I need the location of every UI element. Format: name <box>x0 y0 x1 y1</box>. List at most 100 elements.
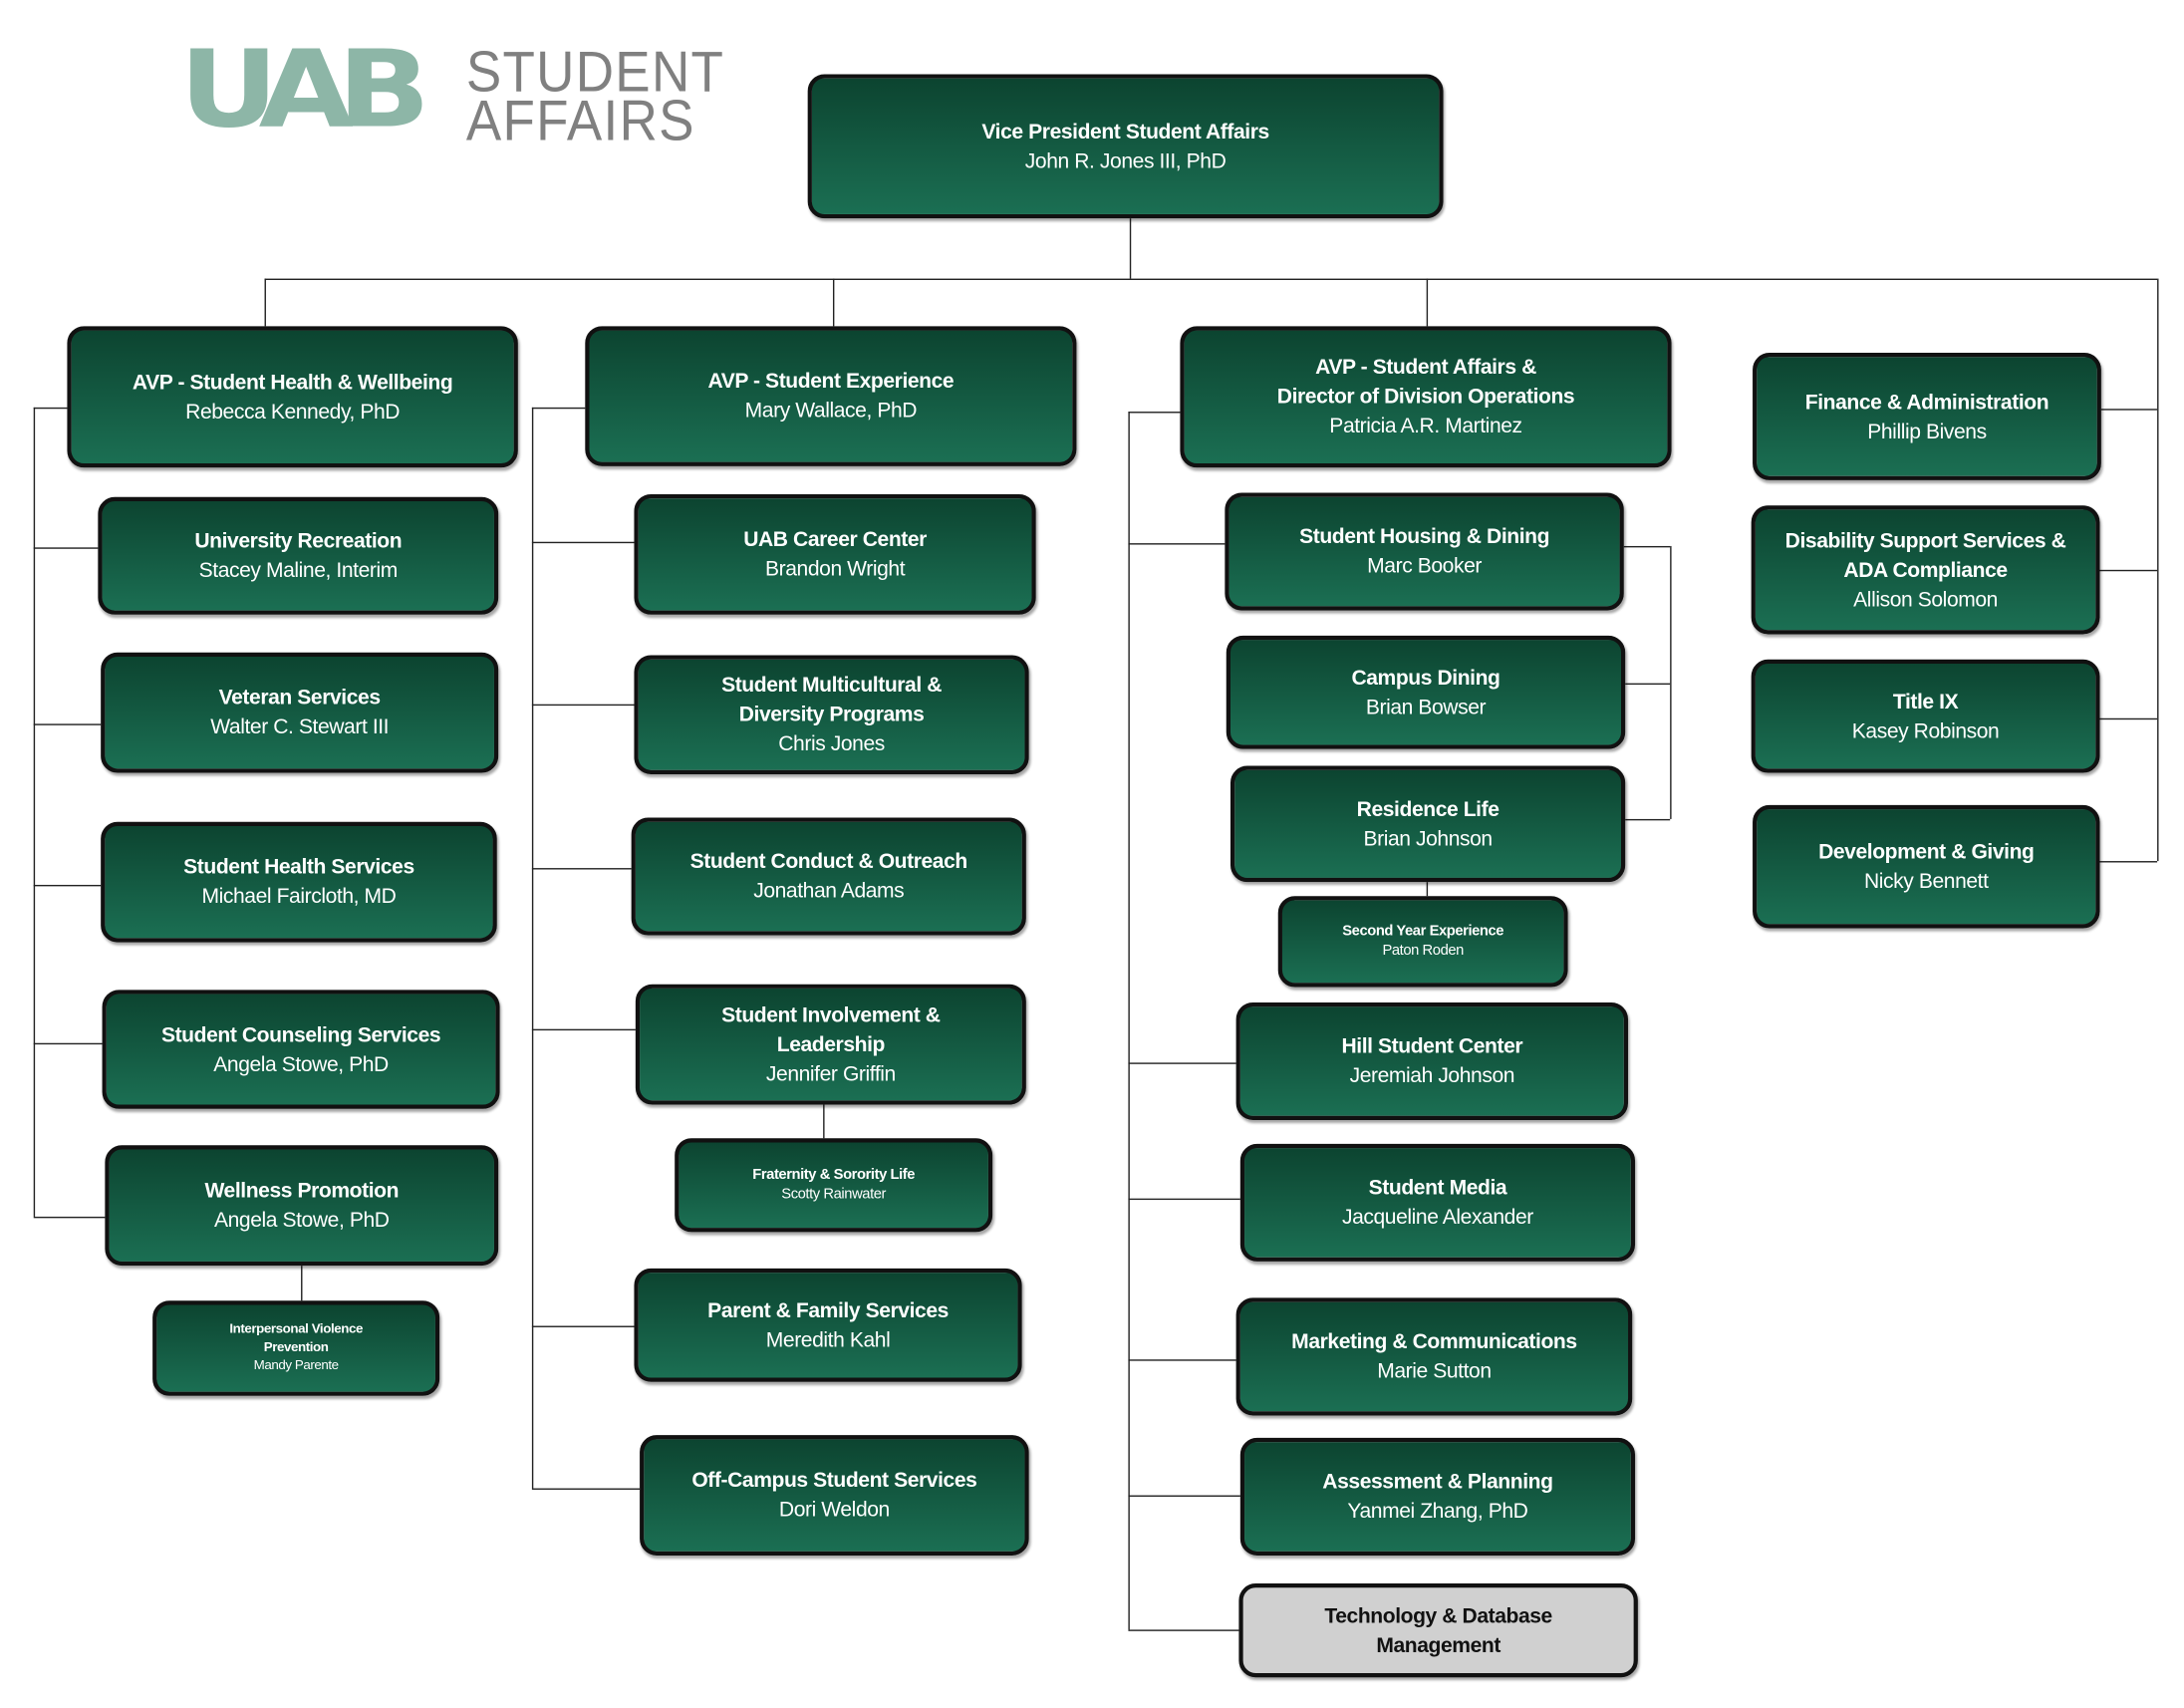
connector <box>2099 569 2158 572</box>
box-title: Wellness Promotion <box>204 1179 400 1203</box>
box-name: Angela Stowe, PhD <box>213 1208 390 1233</box>
box-name: Patricia A.R. Martinez <box>1329 414 1522 438</box>
box-title: Veteran Services <box>218 686 381 711</box>
avp-experience-box: AVP - Student Experience Mary Wallace, P… <box>585 326 1077 466</box>
unit-box: Veteran Services Walter C. Stewart III <box>101 652 499 773</box>
box-title: AVP - Student Health & Wellbeing <box>132 370 453 395</box>
org-chart: UAB STUDENT AFFAIRS Vice President Stude… <box>0 0 2184 1708</box>
box-title: Finance & Administration <box>1804 390 2049 415</box>
connector <box>531 1028 636 1031</box>
box-title: University Recreation <box>194 529 403 553</box>
box-name: Nicky Bennett <box>1863 869 1989 894</box>
unit-box: Student Counseling Services Angela Stowe… <box>102 990 500 1109</box>
box-title: AVP - Student Experience <box>707 369 955 394</box>
unit-box: Fraternity & Sorority Life Scotty Rainwa… <box>675 1138 993 1233</box>
box-name: Jacqueline Alexander <box>1341 1205 1533 1230</box>
connector <box>2099 861 2158 864</box>
unit-box: Interpersonal Violence Prevention Mandy … <box>152 1300 440 1396</box>
box-title: Campus Dining <box>1351 666 1501 690</box>
connector <box>33 407 36 1217</box>
box-name: Kasey Robinson <box>1851 718 2000 743</box>
unit-box: Student Conduct & Outreach Jonathan Adam… <box>631 817 1026 936</box>
box-title: Residence Life <box>1356 797 1500 822</box>
box-name: Michael Faircloth, MD <box>201 884 397 909</box>
connector <box>531 407 586 410</box>
connector <box>1128 1629 1239 1632</box>
box-name: Allison Solomon <box>1853 587 1998 612</box>
box-title: Student Health Services <box>183 855 414 880</box>
box-title: Technology & Database Management <box>1324 1603 1552 1657</box>
connector <box>1128 1495 1240 1498</box>
box-name: John R. Jones III, PhD <box>1024 148 1227 173</box>
box-title: AVP - Student Affairs & Director of Divi… <box>1276 355 1575 410</box>
connector <box>1128 412 1181 415</box>
unit-box: Student Involvement & Leadership Jennife… <box>635 984 1026 1105</box>
connector <box>1128 543 1226 546</box>
box-name: Stacey Maline, Interim <box>198 558 399 583</box>
box-name: Jonathan Adams <box>753 879 905 904</box>
logo-mark: UAB <box>178 26 430 151</box>
connector <box>301 1266 304 1301</box>
development-box: Development & Giving Nicky Bennett <box>1753 804 2100 929</box>
connector <box>1623 545 1671 548</box>
connector <box>1426 278 1429 327</box>
connector <box>1128 1359 1236 1362</box>
box-title: Student Housing & Dining <box>1299 524 1550 549</box>
connector <box>832 278 835 327</box>
box-title: Off-Campus Student Services <box>691 1468 977 1493</box>
unit-box: UAB Career Center Brandon Wright <box>634 493 1036 615</box>
box-name: Chris Jones <box>778 731 885 756</box>
connector <box>33 407 68 410</box>
box-title: Parent & Family Services <box>707 1298 949 1323</box>
connector <box>33 884 102 887</box>
unit-box: University Recreation Stacey Maline, Int… <box>98 496 499 615</box>
finance-box: Finance & Administration Phillip Bivens <box>1753 353 2101 480</box>
connector <box>1625 683 1671 686</box>
connector <box>2157 278 2160 862</box>
connector <box>33 1216 106 1219</box>
box-title: Vice President Student Affairs <box>981 120 1269 144</box>
box-title: Student Conduct & Outreach <box>689 849 968 874</box>
unit-box: Off-Campus Student Services Dori Weldon <box>640 1435 1029 1556</box>
connector <box>264 278 267 327</box>
box-title: Student Media <box>1368 1176 1507 1201</box>
box-name: Brian Bowser <box>1365 695 1487 719</box>
box-name: Brian Johnson <box>1363 826 1493 851</box>
connector <box>1670 545 1673 819</box>
connector <box>1426 882 1429 897</box>
connector <box>33 547 99 550</box>
avp-operations-box: AVP - Student Affairs & Director of Divi… <box>1180 326 1672 468</box>
box-name: Marie Sutton <box>1377 1359 1492 1384</box>
box-title: UAB Career Center <box>743 527 927 552</box>
box-name: Paton Roden <box>1382 942 1464 960</box>
connector <box>531 704 635 707</box>
connector <box>531 1325 635 1328</box>
box-name: Meredith Kahl <box>765 1327 891 1352</box>
disability-box: Disability Support Services & ADA Compli… <box>1751 505 2100 635</box>
connector <box>1625 818 1671 821</box>
box-name: Yanmei Zhang, PhD <box>1347 1499 1528 1524</box>
box-title: Fraternity & Sorority Life <box>752 1166 916 1184</box>
box-name: Brandon Wright <box>765 557 906 582</box>
connector <box>33 723 102 726</box>
box-title: Marketing & Communications <box>1291 1329 1577 1354</box>
box-title: Second Year Experience <box>1342 922 1504 940</box>
unit-box: Wellness Promotion Angela Stowe, PhD <box>105 1145 499 1267</box>
connector <box>531 868 632 871</box>
box-name: Phillip Bivens <box>1867 419 1987 443</box>
connector <box>2099 717 2158 720</box>
connector <box>1129 218 1132 279</box>
technology-box: Technology & Database Management <box>1238 1583 1638 1678</box>
connector <box>2100 409 2158 412</box>
box-title: Student Multicultural & Diversity Progra… <box>721 673 943 727</box>
avp-health-box: AVP - Student Health & Wellbeing Rebecca… <box>67 326 518 468</box>
box-name: Mandy Parente <box>253 1357 339 1374</box>
box-title: Development & Giving <box>1818 840 2035 864</box>
unit-box: Student Multicultural & Diversity Progra… <box>634 655 1029 774</box>
logo-line-2: AFFAIRS <box>465 88 695 153</box>
box-name: Mary Wallace, PhD <box>744 399 918 424</box>
box-title: Student Counseling Services <box>160 1022 441 1047</box>
unit-box: Campus Dining Brian Bowser <box>1226 635 1626 749</box>
box-title: Title IX <box>1892 689 1959 713</box>
unit-box: Residence Life Brian Johnson <box>1229 765 1626 883</box>
